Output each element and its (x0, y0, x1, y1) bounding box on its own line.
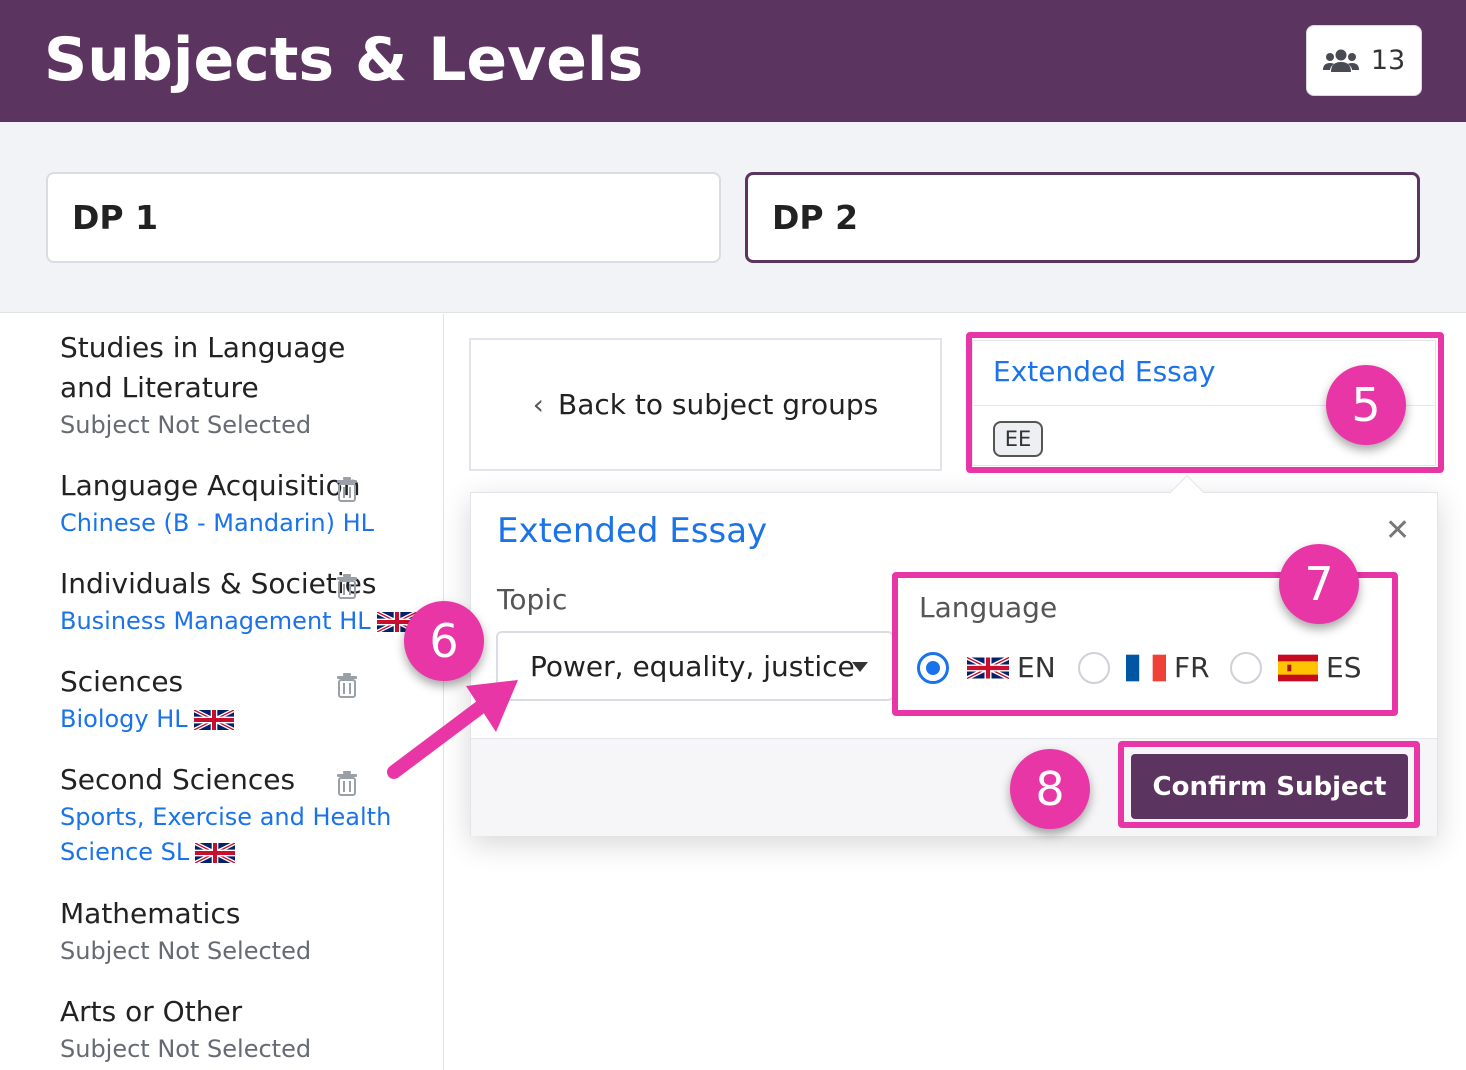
tab-dp1[interactable]: DP 1 (46, 172, 721, 263)
group-subject: Biology HL (60, 705, 188, 733)
ee-card-title: Extended Essay (993, 355, 1216, 388)
group-subject: Business Management HL (60, 607, 371, 635)
sidebar-group-language-literature[interactable]: Studies in Language and Literature Subje… (60, 328, 420, 443)
page-title: Subjects & Levels (44, 25, 644, 95)
language-option-fr[interactable]: FR (1078, 651, 1210, 684)
arrow-icon (387, 680, 518, 779)
sidebar-group-individuals-societies[interactable]: Individuals & Societies Business Managem… (60, 564, 420, 639)
language-option-es[interactable]: ES (1230, 651, 1361, 684)
group-subject: Subject Not Selected (60, 411, 312, 439)
trash-icon[interactable] (336, 573, 358, 599)
group-subject: Chinese (B - Mandarin) HL (60, 509, 374, 537)
uk-flag-icon (967, 656, 1009, 679)
group-subject: Subject Not Selected (60, 937, 312, 965)
popup-footer: Confirm Subject (471, 738, 1437, 836)
topic-label: Topic (497, 583, 568, 616)
group-title: Arts or Other (60, 995, 243, 1028)
user-count: 13 (1370, 45, 1406, 76)
fr-flag-icon (1126, 654, 1166, 681)
ee-badge: EE (993, 421, 1043, 457)
step-badge-7: 7 (1279, 544, 1359, 624)
users-icon (1322, 49, 1359, 72)
topic-value: Power, equality, justice (530, 649, 855, 683)
radio-es[interactable] (1230, 651, 1262, 684)
back-to-subject-groups-button[interactable]: ‹ Back to subject groups (469, 338, 942, 471)
trash-icon[interactable] (336, 476, 358, 502)
tabs-bar: DP 1 DP 2 (0, 122, 1466, 313)
group-title: Studies in Language and Literature (60, 331, 346, 404)
group-title: Individuals & Societies (60, 567, 377, 600)
group-title: Language Acquisition (60, 469, 361, 502)
chevron-left-icon: ‹ (532, 388, 544, 421)
trash-icon[interactable] (336, 770, 358, 796)
tab-dp2[interactable]: DP 2 (745, 172, 1420, 263)
group-subject-line1: Sports, Exercise and Health (60, 803, 392, 831)
extended-essay-popup: Extended Essay ✕ Topic Power, equality, … (470, 475, 1438, 836)
popup-title: Extended Essay (497, 511, 768, 551)
step-badge-5: 5 (1326, 365, 1406, 445)
group-title: Second Sciences (60, 763, 296, 796)
radio-fr[interactable] (1078, 651, 1110, 684)
language-code: EN (1017, 651, 1056, 684)
step-badge-8: 8 (1010, 749, 1090, 829)
uk-flag-icon (193, 710, 234, 730)
caret-down-icon (852, 662, 868, 672)
group-subject-row: Science SL (60, 835, 420, 870)
step-badge-6: 6 (404, 601, 484, 681)
group-title: Mathematics (60, 897, 241, 930)
topic-select[interactable]: Power, equality, justice (496, 631, 894, 701)
language-code: FR (1174, 651, 1210, 684)
language-option-en[interactable]: EN (917, 651, 1056, 684)
sidebar-group-sciences[interactable]: Sciences Biology HL (60, 662, 420, 737)
language-code: ES (1326, 651, 1362, 684)
subject-groups-sidebar: Studies in Language and Literature Subje… (0, 314, 444, 1070)
back-label: Back to subject groups (558, 388, 879, 421)
sidebar-group-second-sciences[interactable]: Second Sciences Sports, Exercise and Hea… (60, 760, 420, 870)
language-label: Language (919, 591, 1058, 624)
group-subject: Subject Not Selected (60, 1035, 312, 1063)
group-title: Sciences (60, 665, 184, 698)
close-icon[interactable]: ✕ (1385, 513, 1410, 548)
es-flag-icon (1278, 654, 1318, 681)
popup-caret (1170, 475, 1204, 509)
page-header: Subjects & Levels 13 (0, 0, 1466, 122)
user-count-button[interactable]: 13 (1306, 25, 1422, 96)
radio-en[interactable] (917, 651, 949, 684)
sidebar-group-mathematics[interactable]: Mathematics Subject Not Selected (60, 894, 420, 969)
group-subject-row: Biology HL (60, 702, 420, 737)
trash-icon[interactable] (336, 672, 358, 698)
group-subject-row: Business Management HL (60, 604, 420, 639)
sidebar-group-arts[interactable]: Arts or Other Subject Not Selected (60, 992, 420, 1067)
confirm-subject-button[interactable]: Confirm Subject (1131, 754, 1408, 819)
sidebar-group-language-acquisition[interactable]: Language Acquisition Chinese (B - Mandar… (60, 466, 420, 541)
group-subject-line2: Science SL (60, 838, 190, 866)
uk-flag-icon (195, 843, 236, 863)
